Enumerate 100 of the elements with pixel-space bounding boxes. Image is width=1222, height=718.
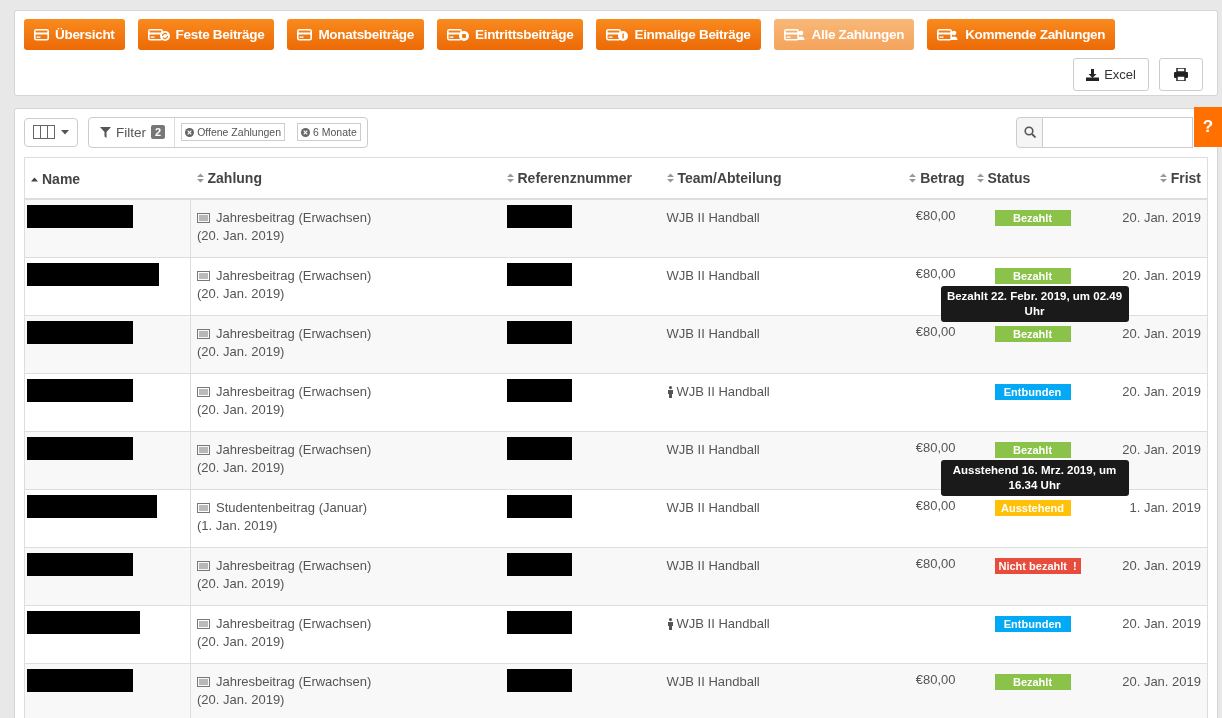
filter-chip[interactable]: Offene Zahlungen: [181, 123, 285, 141]
column-header[interactable]: Referenznummer: [506, 170, 632, 186]
list-icon: [197, 270, 210, 281]
list-icon: [197, 444, 210, 455]
redaction-block: [506, 494, 572, 518]
redaction-block: [506, 552, 572, 576]
payment-date: (20. Jan. 2019): [197, 690, 285, 709]
list-icon: [197, 676, 210, 687]
status-badge: Bezahlt: [994, 325, 1071, 342]
sort-icon: [666, 173, 674, 183]
amount: €80,00: [915, 497, 956, 513]
payment-date: (20. Jan. 2019): [197, 227, 285, 245]
payment-name: Studentenbeitrag (Januar): [216, 498, 368, 517]
due-date: 20. Jan. 2019: [1122, 383, 1201, 399]
payment-date: (1. Jan. 2019): [197, 516, 278, 535]
due-date: 1. Jan. 2019: [1129, 499, 1201, 515]
redaction-block: [506, 668, 572, 692]
team-name: WJB II Handball: [666, 498, 760, 517]
card-icon: [147, 27, 170, 42]
team-name: WJB II Handball: [666, 324, 760, 343]
status-badge: Bezahlt: [994, 210, 1071, 226]
team-name: WJB II Handball: [666, 266, 760, 285]
list-icon: [197, 618, 210, 629]
caret-icon: [61, 129, 69, 135]
sort-icon: [909, 173, 917, 183]
search-icon: [1023, 126, 1036, 138]
payment-name: Jahresbeitrag (Erwachsen): [216, 266, 372, 285]
columns-icon: [33, 125, 55, 139]
status-badge: Nicht bezahlt !: [994, 557, 1081, 574]
due-date: 20. Jan. 2019: [1122, 325, 1201, 341]
columns-button[interactable]: [24, 117, 78, 147]
print-icon: [1174, 68, 1188, 81]
column-header[interactable]: Zahlung: [196, 170, 262, 186]
redaction-block: [506, 378, 572, 402]
team-name: WJB II Handball: [666, 440, 760, 459]
status-badge: Entbunden: [994, 383, 1071, 400]
column-header[interactable]: Name: [31, 171, 81, 188]
redaction-block: [506, 320, 572, 344]
amount: €80,00: [915, 671, 956, 687]
team-name: WJB II Handball: [666, 672, 760, 691]
tooltip: Ausstehend 16. Mrz. 2019, um 16.34 Uhr: [940, 459, 1129, 496]
column-header[interactable]: Frist: [1159, 170, 1201, 186]
payment-date: (20. Jan. 2019): [197, 284, 285, 303]
card-icon: [34, 27, 49, 42]
filter-chip[interactable]: 6 Monate: [297, 123, 361, 141]
due-date: 20. Jan. 2019: [1122, 210, 1201, 225]
card-icon: [297, 27, 313, 42]
sort-icon: [506, 173, 514, 183]
list-icon: [197, 560, 210, 571]
payment-date: (20. Jan. 2019): [197, 342, 285, 361]
sort-icon: [1159, 173, 1167, 183]
status-badge: Entbunden: [994, 615, 1071, 632]
redaction-block: [506, 436, 572, 460]
column-header[interactable]: Team/Abteilung: [666, 170, 782, 186]
list-icon: [197, 328, 210, 339]
due-date: 20. Jan. 2019: [1122, 267, 1201, 283]
person-icon: [666, 385, 674, 398]
payment-name: Jahresbeitrag (Erwachsen): [216, 382, 372, 401]
team-name: WJB II Handball: [676, 614, 770, 633]
excel-button[interactable]: Excel: [1073, 58, 1149, 91]
due-date: 20. Jan. 2019: [1122, 557, 1201, 573]
team-name: WJB II Handball: [676, 382, 770, 401]
filter-count: 2: [151, 125, 166, 139]
payment-name: Jahresbeitrag (Erwachsen): [216, 440, 372, 459]
list-icon: [197, 386, 210, 397]
due-date: 20. Jan. 2019: [1122, 673, 1201, 689]
redaction-block: [506, 262, 572, 286]
redaction-block: [506, 610, 572, 634]
column-header[interactable]: Betrag: [909, 170, 965, 186]
amount: €80,00: [915, 265, 956, 281]
search-field[interactable]: [1043, 116, 1193, 148]
status-badge: Bezahlt: [994, 267, 1071, 284]
list-icon: [197, 213, 210, 223]
remove-icon: [301, 127, 310, 137]
payment-date: (20. Jan. 2019): [197, 632, 285, 651]
team-name: WJB II Handball: [666, 209, 760, 227]
download-icon: [1086, 68, 1100, 81]
print-button[interactable]: [1159, 58, 1203, 91]
remove-icon: [185, 127, 195, 137]
card-icon: [783, 27, 806, 42]
status-badge: Ausstehend: [994, 499, 1071, 516]
search-button[interactable]: [1016, 116, 1043, 148]
card-icon: [447, 27, 469, 42]
status-badge: Bezahlt: [994, 441, 1071, 458]
payment-name: Jahresbeitrag (Erwachsen): [216, 556, 372, 575]
person-icon: [666, 617, 674, 630]
card-icon: [937, 27, 960, 42]
payment-date: (20. Jan. 2019): [197, 400, 285, 419]
column-header[interactable]: Status: [976, 170, 1031, 186]
list-icon: [197, 502, 210, 513]
filter-button[interactable]: Filter 2: [89, 117, 176, 147]
payment-name: Jahresbeitrag (Erwachsen): [216, 324, 372, 343]
team-name: WJB II Handball: [666, 556, 760, 575]
sort-icon: [976, 173, 984, 183]
amount: €80,00: [915, 439, 956, 455]
card-icon: [606, 27, 629, 42]
amount: €80,00: [915, 208, 956, 223]
due-date: 20. Jan. 2019: [1122, 441, 1201, 457]
payment-name: Jahresbeitrag (Erwachsen): [216, 614, 372, 633]
status-badge: Bezahlt: [994, 673, 1071, 690]
